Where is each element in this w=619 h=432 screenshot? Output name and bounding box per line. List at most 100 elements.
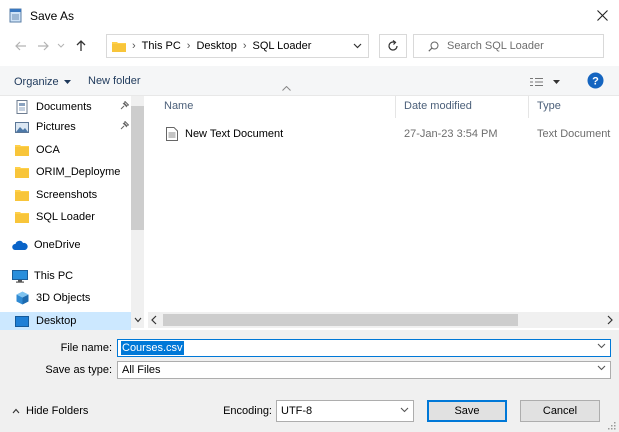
sidebar-item-label: Screenshots <box>36 189 98 201</box>
text-file-icon <box>166 127 178 141</box>
recent-locations-button[interactable] <box>54 35 68 57</box>
up-button[interactable] <box>72 35 90 57</box>
sidebar-item-3d-objects[interactable]: 3D Objects <box>14 288 90 308</box>
scroll-right-button[interactable] <box>606 314 614 326</box>
file-name-field[interactable]: Courses.csv <box>117 339 611 357</box>
pin-icon <box>120 101 129 110</box>
sidebar-item-desktop[interactable]: Desktop <box>14 311 76 331</box>
close-button[interactable] <box>586 2 618 28</box>
organize-label: Organize <box>14 76 59 88</box>
documents-icon <box>14 100 30 114</box>
refresh-icon <box>387 40 399 52</box>
pin-icon <box>120 121 129 130</box>
folder-icon <box>112 40 126 52</box>
column-header-type[interactable]: Type <box>537 100 561 112</box>
sidebar-item-onedrive[interactable]: OneDrive <box>12 235 80 255</box>
search-box[interactable]: Search SQL Loader <box>413 34 604 58</box>
save-as-type-value: All Files <box>122 364 161 376</box>
refresh-button[interactable] <box>379 34 407 58</box>
desktop-icon <box>14 315 30 327</box>
chevron-down-icon <box>57 43 65 49</box>
sidebar-item-orim-deployment[interactable]: ORIM_Deployme <box>14 162 132 182</box>
navigation-scroll-thumb[interactable] <box>131 106 144 230</box>
back-arrow-icon <box>15 41 27 51</box>
help-button[interactable]: ? <box>587 72 604 89</box>
caret-down-icon <box>553 80 560 84</box>
encoding-select[interactable]: UTF-8 <box>276 400 414 422</box>
forward-arrow-icon <box>37 41 49 51</box>
help-icon: ? <box>587 72 604 89</box>
chevron-down-icon <box>134 317 142 323</box>
chevron-right-icon <box>606 314 614 326</box>
chevron-left-icon <box>150 314 158 326</box>
close-icon <box>596 9 608 21</box>
sidebar-item-screenshots[interactable]: Screenshots <box>14 185 97 205</box>
back-button[interactable] <box>12 35 30 57</box>
hide-folders-button[interactable]: Hide Folders <box>12 405 88 417</box>
save-button[interactable]: Save <box>427 400 507 422</box>
resize-grip-icon[interactable] <box>607 421 616 430</box>
save-as-type-select[interactable]: All Files <box>117 361 611 379</box>
column-header-date-modified[interactable]: Date modified <box>404 100 472 112</box>
caret-down-icon <box>63 80 71 84</box>
folder-icon <box>14 166 30 178</box>
cancel-button[interactable]: Cancel <box>520 400 600 422</box>
search-placeholder: Search SQL Loader <box>447 40 544 52</box>
breadcrumb-desktop[interactable]: Desktop <box>196 40 236 52</box>
sort-ascending-icon <box>282 86 291 91</box>
column-divider[interactable] <box>528 96 529 118</box>
sidebar-item-pictures[interactable]: Pictures <box>14 117 76 137</box>
file-list-row[interactable]: New Text Document <box>164 124 283 144</box>
folder-icon <box>14 189 30 201</box>
cloud-icon <box>12 240 28 250</box>
search-icon <box>428 41 439 52</box>
encoding-value: UTF-8 <box>281 405 313 417</box>
chevron-down-icon[interactable] <box>597 343 606 349</box>
chevron-down-icon <box>597 365 606 371</box>
file-name: New Text Document <box>185 128 284 140</box>
sidebar-item-label: ORIM_Deployme <box>36 166 121 178</box>
svg-text:?: ? <box>592 76 599 88</box>
new-folder-button[interactable]: New folder <box>88 75 141 87</box>
notepad-icon <box>8 8 24 23</box>
sidebar-item-label: 3D Objects <box>36 292 91 304</box>
sidebar-item-label: SQL Loader <box>36 211 95 223</box>
file-type: Text Document <box>537 128 611 140</box>
breadcrumb-this-pc[interactable]: This PC <box>142 40 181 52</box>
sidebar-item-label: Pictures <box>36 121 76 133</box>
column-header-name[interactable]: Name <box>164 100 193 112</box>
sidebar-item-label: Desktop <box>36 315 77 327</box>
sidebar-item-label: OCA <box>36 144 60 156</box>
encoding-label: Encoding: <box>223 405 272 417</box>
sidebar-item-documents[interactable]: Documents <box>14 97 92 117</box>
up-arrow-icon <box>76 40 86 52</box>
save-as-type-label: Save as type: <box>45 364 112 376</box>
horizontal-scroll-thumb[interactable] <box>163 314 518 326</box>
organize-menu[interactable]: Organize <box>14 74 71 90</box>
breadcrumb-sql-loader[interactable]: SQL Loader <box>253 40 312 52</box>
pictures-icon <box>14 121 30 133</box>
sidebar-item-this-pc[interactable]: This PC <box>12 266 73 286</box>
file-date-modified: 27-Jan-23 3:54 PM <box>404 128 498 140</box>
file-name-value[interactable]: Courses.csv <box>121 341 184 355</box>
folder-icon <box>14 144 30 156</box>
folder-icon <box>14 211 30 223</box>
sidebar-item-label: This PC <box>34 270 74 282</box>
cube-icon <box>14 291 30 305</box>
chevron-up-icon <box>12 408 20 414</box>
sidebar-item-oca[interactable]: OCA <box>14 140 60 160</box>
column-divider[interactable] <box>395 96 396 118</box>
scroll-left-button[interactable] <box>150 314 158 326</box>
nav-scroll-down-button[interactable] <box>132 314 144 326</box>
address-bar[interactable]: › This PC › Desktop › SQL Loader <box>106 34 369 58</box>
chevron-down-icon <box>400 407 409 413</box>
forward-button[interactable] <box>34 35 52 57</box>
file-name-label: File name: <box>60 342 112 354</box>
sidebar-item-label: OneDrive <box>34 239 81 251</box>
breadcrumb-separator: › <box>242 40 247 52</box>
view-options-button[interactable] <box>530 74 560 90</box>
sidebar-item-sql-loader[interactable]: SQL Loader <box>14 207 95 227</box>
address-dropdown-icon[interactable] <box>353 43 362 49</box>
details-view-icon <box>530 77 543 87</box>
title-bar <box>0 0 619 30</box>
